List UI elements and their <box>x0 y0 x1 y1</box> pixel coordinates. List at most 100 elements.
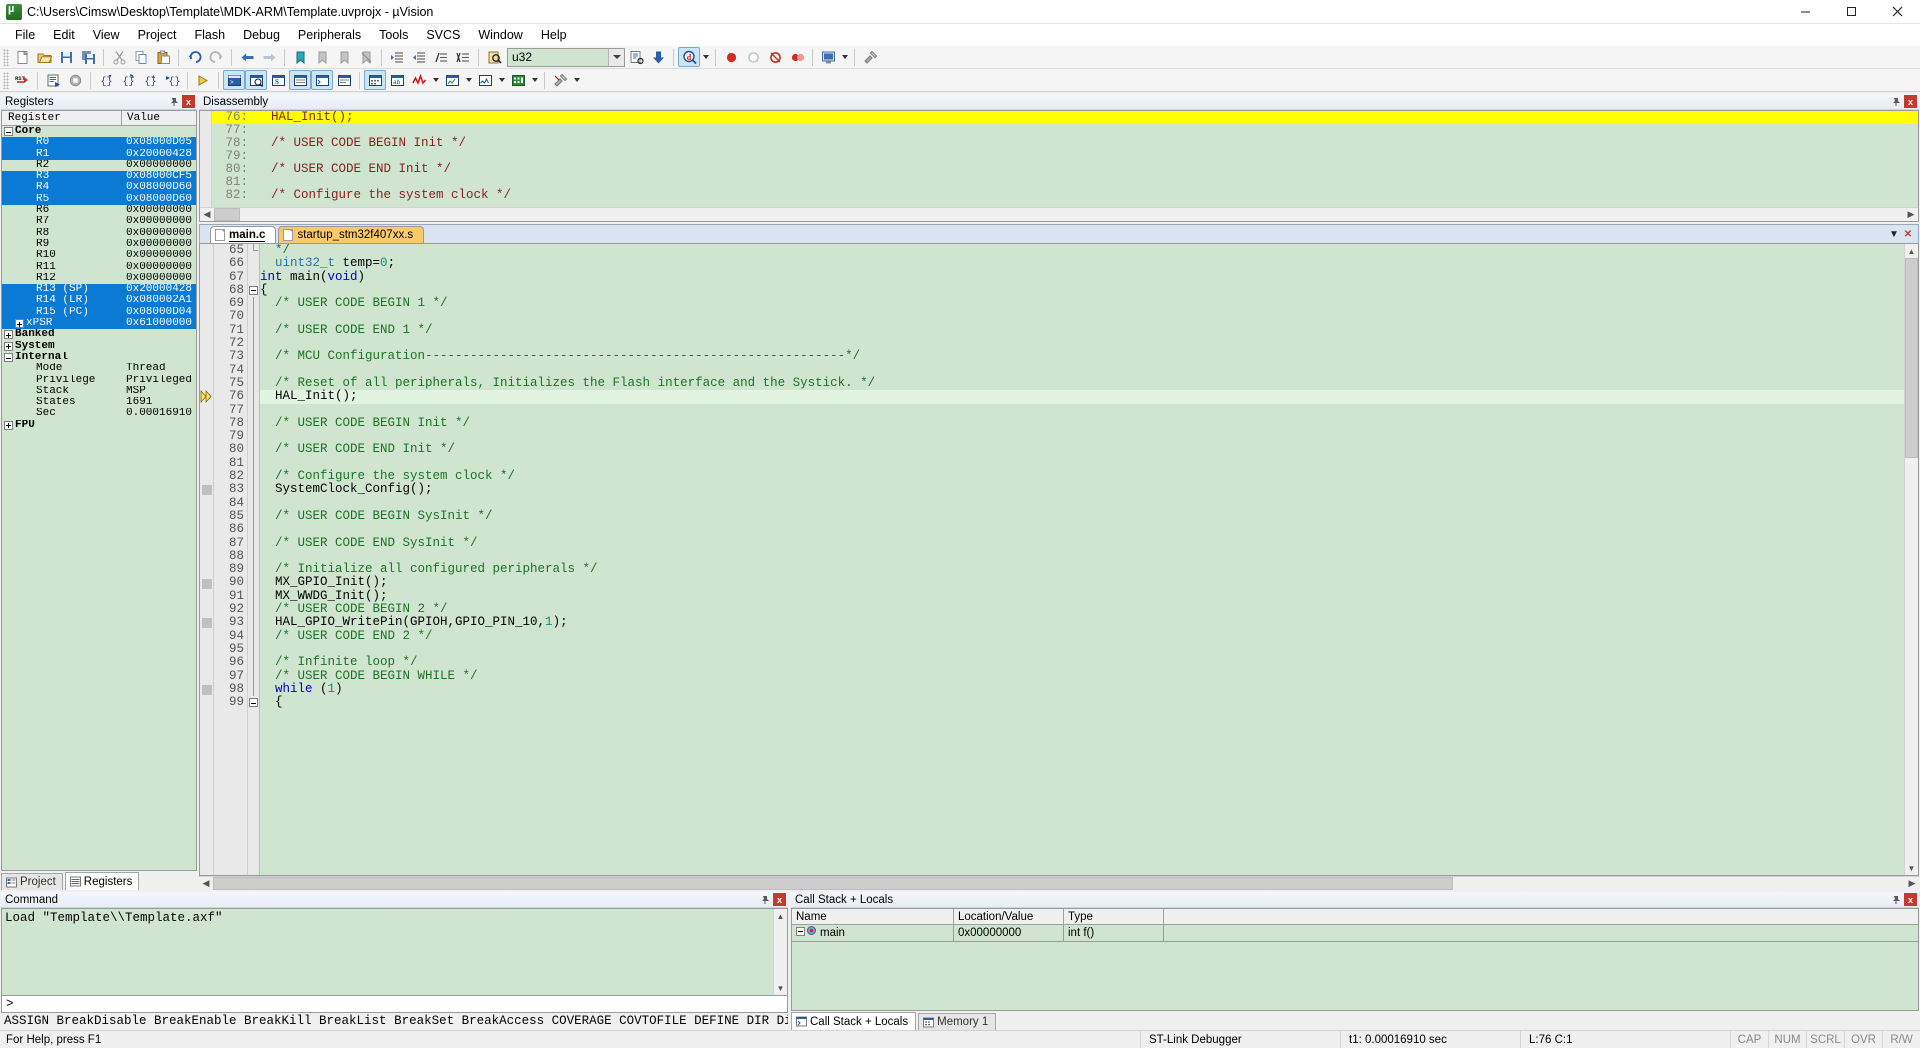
register-row[interactable]: R12 0x00000000 <box>2 273 196 284</box>
trace-window-icon[interactable] <box>441 70 463 90</box>
navigate-back-icon[interactable] <box>236 47 258 67</box>
close-icon[interactable]: ✕ <box>1901 227 1915 241</box>
tab-call-stack-locals[interactable]: Call Stack + Locals <box>791 1012 917 1030</box>
command-input[interactable] <box>13 996 787 1012</box>
editor-code-line[interactable]: /* USER CODE BEGIN SysInit */ <box>260 509 1904 523</box>
trace-dropdown-icon[interactable] <box>463 70 474 90</box>
registers-window-icon[interactable] <box>289 70 311 90</box>
symbols-window-icon[interactable]: S <box>267 70 289 90</box>
editor-code-line[interactable]: /* USER CODE BEGIN 2 */ <box>260 602 1904 616</box>
pin-icon[interactable] <box>758 893 771 906</box>
disassembly-window-icon[interactable] <box>245 70 267 90</box>
breakpoint-marker[interactable] <box>202 485 212 496</box>
step-into-icon[interactable]: {} <box>95 70 117 90</box>
search-input[interactable] <box>508 49 608 65</box>
editor-code-line[interactable]: int main(void) <box>260 270 1904 284</box>
editor-code-line[interactable] <box>260 404 1904 417</box>
system-viewer-dropdown-icon[interactable] <box>529 70 540 90</box>
command-window-icon[interactable]: > <box>223 70 245 90</box>
chevron-down-icon[interactable]: ▼ <box>1887 227 1901 241</box>
bookmark-clear-icon[interactable] <box>355 47 377 67</box>
editor-body[interactable]: 65 66 67 68 69 70 71 72 73 74 75 76 77 78 79 80 81 82 83 84… <box>199 243 1919 876</box>
register-row[interactable]: States 1691 <box>2 397 196 408</box>
download-icon[interactable] <box>647 47 669 67</box>
bookmark-prev-icon[interactable] <box>311 47 333 67</box>
register-row[interactable]: R14 (LR) 0x080002A1 <box>2 295 196 307</box>
menu-file[interactable]: File <box>6 26 44 44</box>
editor-breakpoint-gutter[interactable] <box>200 244 214 875</box>
step-out-icon[interactable]: {} <box>139 70 161 90</box>
editor-code-line[interactable]: /* Infinite loop */ <box>260 656 1904 669</box>
disassembly-code[interactable]: 76: HAL_Init(); 77: 78: /* USER CODE BEGIN… <box>200 111 1918 207</box>
vscroll-thumb[interactable] <box>1905 258 1918 458</box>
register-row[interactable]: R11 0x00000000 <box>2 262 196 273</box>
reset-cpu-icon[interactable]: RST <box>11 70 33 90</box>
register-row[interactable]: FPU <box>2 420 196 431</box>
analysis-dropdown-icon[interactable] <box>430 70 441 90</box>
show-statement-icon[interactable] <box>192 70 214 90</box>
editor-code-line[interactable]: uint32_t temp=0; <box>260 257 1904 270</box>
expand-icon[interactable] <box>4 341 13 351</box>
register-row[interactable]: Sec 0.00016910 <box>2 408 196 419</box>
open-file-icon[interactable] <box>33 47 55 67</box>
register-row[interactable]: R7 0x00000000 <box>2 216 196 227</box>
command-vscrollbar[interactable]: ▲ ▼ <box>773 909 787 995</box>
stop-debug-icon[interactable] <box>64 70 86 90</box>
indent-left-icon[interactable] <box>408 47 430 67</box>
menu-svcs[interactable]: SVCS <box>417 26 469 44</box>
editor-tab-startup-s[interactable]: startup_stm32f407xx.s <box>278 226 425 243</box>
tab-project[interactable]: Project <box>1 873 63 890</box>
search-dropdown-icon[interactable] <box>608 48 624 66</box>
save-icon[interactable] <box>55 47 77 67</box>
editor-fold-gutter[interactable] <box>248 244 260 875</box>
menu-help[interactable]: Help <box>532 26 576 44</box>
copy-icon[interactable] <box>130 47 152 67</box>
command-input-row[interactable]: > <box>1 996 788 1013</box>
bookmark-toggle-icon[interactable] <box>289 47 311 67</box>
editor-code-line[interactable]: /* USER CODE BEGIN WHILE */ <box>260 669 1904 683</box>
register-row[interactable]: Internal <box>2 352 196 363</box>
editor-text[interactable]: */ uint32_t temp=0; int main(void){ /* US… <box>260 244 1904 875</box>
save-all-icon[interactable] <box>77 47 99 67</box>
breakpoint-icon[interactable] <box>720 47 742 67</box>
editor-code-line[interactable]: HAL_Init(); <box>260 390 1904 404</box>
register-row[interactable]: Core <box>2 126 196 137</box>
editor-code-line[interactable]: /* Reset of all peripherals, Initializes… <box>260 376 1904 390</box>
editor-code-line[interactable]: { <box>260 283 1904 297</box>
paste-icon[interactable] <box>152 47 174 67</box>
bookmark-next-icon[interactable] <box>333 47 355 67</box>
register-row[interactable]: xPSR 0x61000000 <box>2 318 196 330</box>
debug-find-dropdown-icon[interactable] <box>700 47 711 67</box>
expand-icon[interactable] <box>4 330 13 340</box>
register-row[interactable]: Privilege Privileged <box>2 375 196 386</box>
register-row[interactable]: R9 0x00000000 <box>2 239 196 250</box>
editor-code-line[interactable] <box>260 364 1904 377</box>
serial-window-icon[interactable]: ab <box>386 70 408 90</box>
comment-icon[interactable] <box>430 47 452 67</box>
editor-code-line[interactable] <box>260 550 1904 563</box>
editor-code-line[interactable] <box>260 497 1904 510</box>
breakpoint-marker[interactable] <box>202 578 212 589</box>
editor-code-line[interactable]: /* USER CODE BEGIN 1 */ <box>260 297 1904 310</box>
disassembly-line[interactable]: 76: HAL_Init(); <box>212 111 1918 124</box>
search-box[interactable] <box>507 47 625 67</box>
tab-registers[interactable]: Registers <box>64 872 140 890</box>
editor-code-line[interactable]: { <box>260 695 1904 709</box>
editor-code-line[interactable]: /* MCU Configuration--------------------… <box>260 350 1904 363</box>
toolbar-grip[interactable] <box>3 48 9 66</box>
find-in-files-icon[interactable] <box>483 47 505 67</box>
menu-project[interactable]: Project <box>129 26 186 44</box>
run-to-cursor-icon[interactable]: {} <box>161 70 183 90</box>
pin-icon[interactable] <box>1889 893 1902 906</box>
watch-window-icon[interactable] <box>333 70 355 90</box>
register-row[interactable]: R0 0x08000D05 <box>2 137 196 149</box>
toolbar-grip[interactable] <box>3 71 9 89</box>
minimize-button[interactable] <box>1782 0 1828 24</box>
breakpoint-kill-icon[interactable] <box>764 47 786 67</box>
menu-window[interactable]: Window <box>469 26 531 44</box>
register-row[interactable]: Stack MSP <box>2 386 196 397</box>
hscroll-thumb[interactable] <box>213 877 1453 890</box>
target-options-icon[interactable] <box>817 47 839 67</box>
scroll-down-icon[interactable]: ▼ <box>1905 861 1918 875</box>
scroll-left-icon[interactable]: ◀ <box>199 877 213 890</box>
